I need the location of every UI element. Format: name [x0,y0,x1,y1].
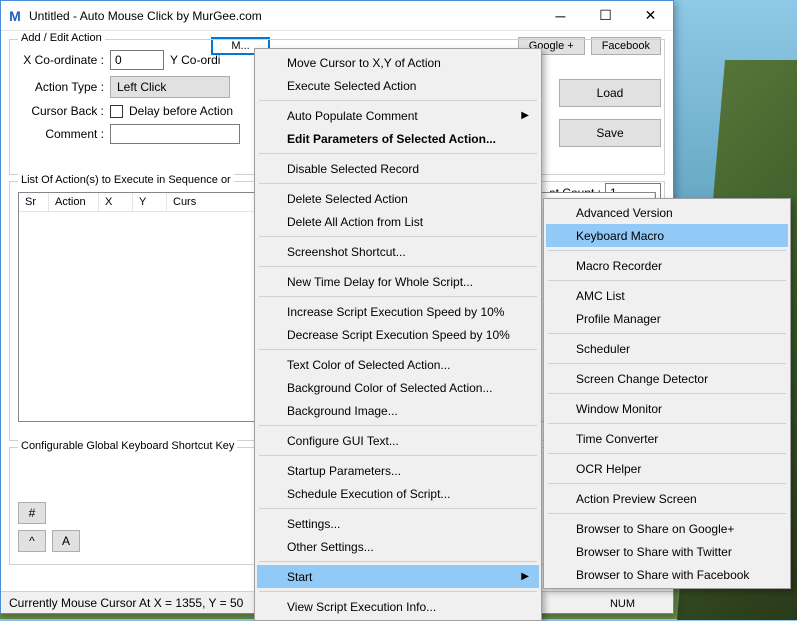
menu-item[interactable]: Scheduler [546,337,788,360]
menu-item[interactable]: Browser to Share with Twitter [546,540,788,563]
menu-separator [259,236,537,237]
menu-separator [259,349,537,350]
menu-item[interactable]: Background Color of Selected Action... [257,376,539,399]
x-coord-label: X Co-ordinate : [18,53,104,67]
groupbox-list-title: List Of Action(s) to Execute in Sequence… [18,174,234,186]
menu-separator [259,591,537,592]
menu-item[interactable]: Configure GUI Text... [257,429,539,452]
menu-separator [548,513,786,514]
status-text: Currently Mouse Cursor At X = 1355, Y = … [9,596,243,610]
submenu-arrow-icon: ▶ [521,110,529,121]
menu-item[interactable]: Delete All Action from List [257,210,539,233]
num-indicator: NUM [610,598,635,610]
groupbox-shortcut-title: Configurable Global Keyboard Shortcut Ke… [18,440,237,452]
menu-separator [259,455,537,456]
comment-label: Comment : [18,127,104,141]
x-coord-input[interactable]: 0 [110,50,164,70]
col-action[interactable]: Action [49,193,99,211]
menu-separator [548,363,786,364]
close-button[interactable]: ✕ [628,1,673,30]
menu-separator [548,453,786,454]
menu-separator [259,425,537,426]
menu-item[interactable]: Screen Change Detector [546,367,788,390]
menu-item[interactable]: Time Converter [546,427,788,450]
col-sr[interactable]: Sr [19,193,49,211]
menu-separator [548,250,786,251]
comment-input[interactable] [110,124,240,144]
menu-item[interactable]: AMC List [546,284,788,307]
menu-item[interactable]: Action Preview Screen [546,487,788,510]
menu-item[interactable]: Auto Populate Comment▶ [257,104,539,127]
y-coord-label: Y Co-ordi [170,53,220,67]
menu-item[interactable]: Profile Manager [546,307,788,330]
menu-item[interactable]: Screenshot Shortcut... [257,240,539,263]
action-type-combo[interactable]: Left Click [110,76,230,98]
menu-item[interactable]: Increase Script Execution Speed by 10% [257,300,539,323]
maximize-button[interactable]: ☐ [583,1,628,30]
app-icon: M [7,8,23,24]
groupbox-add-edit-title: Add / Edit Action [18,32,105,44]
save-button[interactable]: Save [559,119,661,147]
menu-separator [259,296,537,297]
context-menu-main: Move Cursor to X,Y of ActionExecute Sele… [254,48,542,621]
menu-item[interactable]: Disable Selected Record [257,157,539,180]
menu-item[interactable]: OCR Helper [546,457,788,480]
menu-item[interactable]: View Script Execution Info... [257,595,539,618]
menu-item[interactable]: Execute Selected Action [257,74,539,97]
minimize-button[interactable]: ─ [538,1,583,30]
action-type-label: Action Type : [18,80,104,94]
menu-separator [548,333,786,334]
menu-separator [259,266,537,267]
submenu-arrow-icon: ▶ [521,571,529,582]
load-button[interactable]: Load [559,79,661,107]
menu-separator [259,561,537,562]
titlebar[interactable]: M Untitled - Auto Mouse Click by MurGee.… [1,1,673,31]
menu-item[interactable]: Text Color of Selected Action... [257,353,539,376]
menu-separator [259,153,537,154]
menu-separator [259,183,537,184]
menu-item[interactable]: Move Cursor to X,Y of Action [257,51,539,74]
hash-button[interactable]: # [18,502,46,524]
menu-item[interactable]: Edit Parameters of Selected Action... [257,127,539,150]
col-y[interactable]: Y [133,193,167,211]
menu-item[interactable]: Window Monitor [546,397,788,420]
menu-separator [548,483,786,484]
cursor-back-checkbox[interactable] [110,105,123,118]
menu-separator [548,423,786,424]
menu-item[interactable]: Settings... [257,512,539,535]
menu-item[interactable]: Keyboard Macro [546,224,788,247]
menu-item[interactable]: Decrease Script Execution Speed by 10% [257,323,539,346]
menu-separator [548,393,786,394]
menu-item[interactable]: Start▶ [257,565,539,588]
cursor-back-label: Cursor Back : [18,104,104,118]
menu-item[interactable]: Other Settings... [257,535,539,558]
window-title: Untitled - Auto Mouse Click by MurGee.co… [29,9,538,23]
menu-separator [548,280,786,281]
menu-item[interactable]: Browser to Share on Google+ [546,517,788,540]
a-button[interactable]: A [52,530,80,552]
menu-item[interactable]: Startup Parameters... [257,459,539,482]
col-x[interactable]: X [99,193,133,211]
menu-item[interactable]: Browser to Share with Facebook [546,563,788,586]
menu-item[interactable]: Schedule Execution of Script... [257,482,539,505]
menu-item[interactable]: Background Image... [257,399,539,422]
caret-button[interactable]: ^ [18,530,46,552]
delay-label: Delay before Action [129,104,233,118]
menu-item[interactable]: Delete Selected Action [257,187,539,210]
context-menu-start: Advanced VersionKeyboard Macro Macro Reco… [543,198,791,589]
menu-item[interactable]: New Time Delay for Whole Script... [257,270,539,293]
menu-separator [259,508,537,509]
menu-item[interactable]: Macro Recorder [546,254,788,277]
menu-item[interactable]: Advanced Version [546,201,788,224]
menu-separator [259,100,537,101]
